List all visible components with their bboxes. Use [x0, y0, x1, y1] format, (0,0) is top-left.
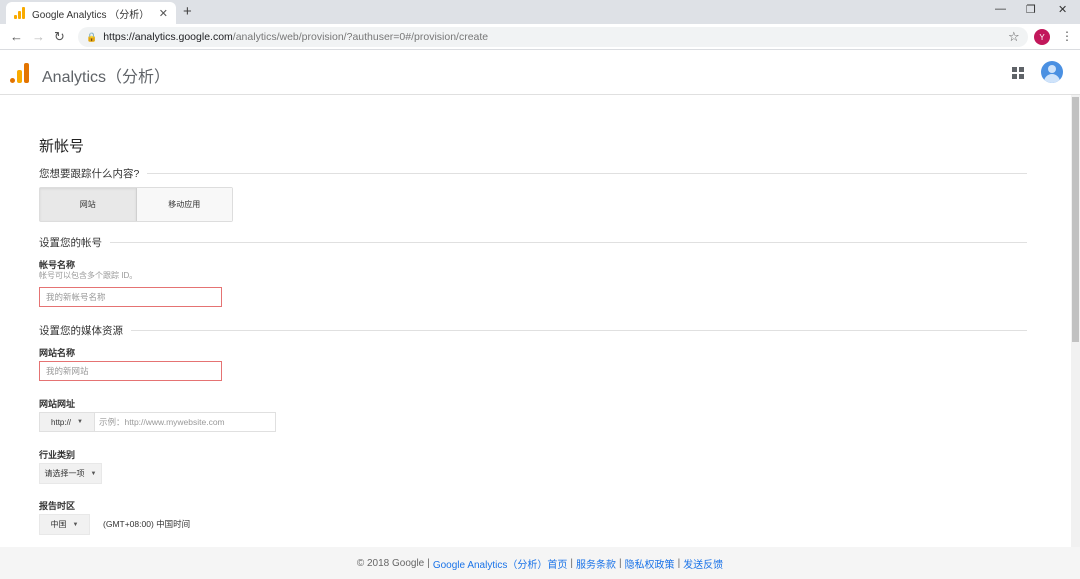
forward-arrow-icon[interactable]: → [32, 29, 45, 44]
timezone-country-dropdown[interactable]: 中国 ▼ [39, 514, 90, 535]
reload-icon[interactable]: ↻ [54, 29, 65, 45]
industry-dropdown[interactable]: 请选择一项 ▼ [39, 463, 102, 484]
caret-down-icon: ▼ [91, 471, 97, 477]
create-account-form: 新帐号 您想要跟踪什么内容? 网站 移动应用 设置您的帐号 帐号名称 帐号可以包… [0, 95, 1070, 547]
footer-separator: | [619, 558, 622, 569]
timezone-label: 报告时区 [39, 499, 75, 512]
site-url-group: http:// ▼ [39, 412, 276, 432]
page-footer: © 2018 Google | Google Analytics（分析）首页 |… [0, 547, 1080, 579]
bookmark-star-icon[interactable]: ☆ [1008, 29, 1020, 45]
browser-tab[interactable]: Google Analytics （分析） ✕ [6, 2, 176, 24]
app-header: Analytics（分析） [0, 51, 1080, 95]
caret-down-icon: ▼ [77, 419, 83, 425]
industry-value: 请选择一项 [45, 468, 85, 479]
account-section-text: 设置您的帐号 [39, 235, 102, 250]
site-url-input[interactable] [95, 412, 276, 432]
close-tab-icon[interactable]: ✕ [159, 7, 168, 20]
page-scrollbar[interactable] [1071, 95, 1080, 547]
tab-title: Google Analytics （分析） [32, 6, 159, 21]
analytics-favicon-icon [14, 7, 26, 19]
browser-menu-icon[interactable]: ⋮ [1061, 29, 1073, 43]
browser-toolbar: ← → ↻ 🔒 https://analytics.google.com/ana… [0, 24, 1080, 50]
timezone-country-value: 中国 [51, 519, 67, 530]
browser-tab-strip: Google Analytics （分析） ✕ + — ❐ ✕ [0, 0, 1080, 24]
scrollbar-thumb[interactable] [1072, 97, 1079, 342]
footer-separator: | [427, 558, 430, 569]
divider [110, 242, 1027, 243]
new-tab-button[interactable]: + [183, 3, 192, 20]
track-option-website[interactable]: 网站 [40, 188, 137, 221]
url-path: /analytics/web/provision/?authuser=0#/pr… [233, 31, 488, 43]
browser-profile-avatar[interactable]: Y [1034, 29, 1050, 45]
account-section-heading: 设置您的帐号 [39, 235, 1027, 250]
divider [131, 330, 1027, 331]
protocol-value: http:// [51, 418, 71, 427]
site-name-label: 网站名称 [39, 346, 75, 359]
account-name-input[interactable] [39, 287, 222, 307]
footer-link-privacy[interactable]: 隐私权政策 [625, 556, 675, 571]
footer-copyright: © 2018 Google [357, 558, 424, 569]
track-type-toggle: 网站 移动应用 [39, 187, 233, 222]
apps-grid-icon[interactable] [1012, 67, 1024, 79]
back-arrow-icon[interactable]: ← [10, 29, 23, 44]
industry-label: 行业类别 [39, 448, 75, 461]
minimize-window-button[interactable]: — [995, 3, 1006, 15]
address-bar[interactable]: 🔒 https://analytics.google.com/analytics… [78, 27, 1028, 47]
footer-link-feedback[interactable]: 发送反馈 [683, 556, 723, 571]
user-avatar[interactable] [1041, 61, 1063, 83]
site-name-input[interactable] [39, 361, 222, 381]
property-section-heading: 设置您的媒体资源 [39, 323, 1027, 338]
footer-separator: | [678, 558, 681, 569]
restore-window-button[interactable]: ❐ [1026, 3, 1036, 16]
caret-down-icon: ▼ [73, 522, 79, 528]
site-url-label: 网站网址 [39, 397, 75, 410]
property-section-text: 设置您的媒体资源 [39, 323, 123, 338]
timezone-value: (GMT+08:00) 中国时间 [103, 518, 190, 530]
analytics-logo-icon [10, 61, 32, 83]
track-question-heading: 您想要跟踪什么内容? [39, 166, 1027, 181]
track-question-text: 您想要跟踪什么内容? [39, 166, 139, 181]
url-host: https://analytics.google.com [103, 31, 233, 43]
page-title: 新帐号 [39, 135, 84, 156]
footer-separator: | [570, 558, 573, 569]
protocol-dropdown[interactable]: http:// ▼ [39, 412, 95, 432]
track-option-mobile-app[interactable]: 移动应用 [137, 188, 233, 221]
account-name-hint: 帐号可以包含多个跟踪 ID。 [39, 270, 137, 281]
divider [147, 173, 1027, 174]
footer-link-terms[interactable]: 服务条款 [576, 556, 616, 571]
lock-icon: 🔒 [86, 32, 97, 43]
close-window-button[interactable]: ✕ [1058, 3, 1067, 16]
app-title: Analytics（分析） [42, 63, 170, 87]
footer-link-ga-home[interactable]: Google Analytics（分析）首页 [433, 556, 568, 571]
